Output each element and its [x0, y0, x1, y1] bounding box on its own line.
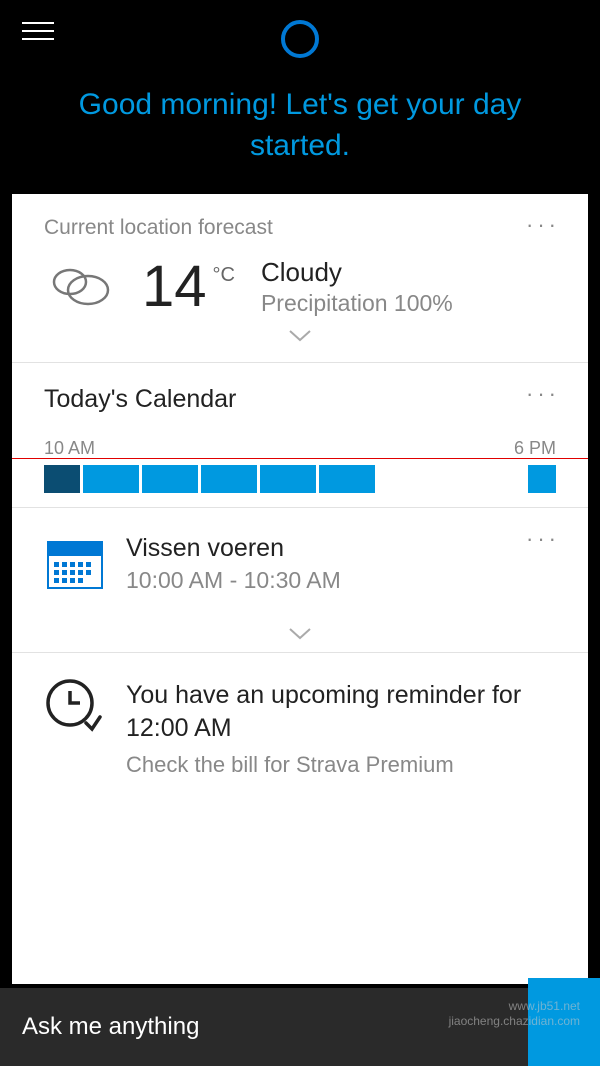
cloudy-icon [44, 254, 116, 319]
reminder-subtitle: Check the bill for Strava Premium [126, 752, 556, 778]
calendar-card[interactable]: ··· Today's Calendar 10 AM 6 PM [12, 363, 588, 508]
event-card[interactable]: ··· Vissen voeren 10:00 AM - 10:30 AM [12, 508, 588, 653]
calendar-end-time: 6 PM [514, 438, 556, 459]
reminder-card[interactable]: You have an upcoming reminder for 12:00 … [12, 653, 588, 802]
calendar-icon [44, 532, 106, 599]
reminder-title: You have an upcoming reminder for 12:00 … [126, 679, 556, 744]
weather-header: Current location forecast [44, 216, 556, 240]
chevron-down-icon[interactable] [44, 329, 556, 348]
calendar-card-menu[interactable]: ··· [526, 381, 560, 407]
calendar-bar [44, 465, 556, 493]
event-time: 10:00 AM - 10:30 AM [126, 567, 556, 594]
temperature-unit: °C [213, 264, 235, 287]
event-card-menu[interactable]: ··· [526, 526, 560, 552]
cortana-logo-icon[interactable] [281, 20, 319, 58]
chevron-down-icon[interactable] [44, 627, 556, 646]
reminder-clock-icon [44, 677, 102, 740]
greeting-text: Good morning! Let's get your day started… [0, 65, 600, 194]
calendar-start-time: 10 AM [44, 438, 95, 459]
calendar-title: Today's Calendar [44, 385, 556, 414]
search-placeholder[interactable]: Ask me anything [22, 1013, 199, 1041]
precipitation-text: Precipitation 100% [261, 290, 556, 317]
menu-button[interactable] [22, 22, 54, 40]
event-title: Vissen voeren [126, 534, 556, 563]
watermark: www.jb51.net jiaocheng.chazidian.com [449, 999, 580, 1030]
weather-card-menu[interactable]: ··· [526, 212, 560, 238]
temperature-value: 14 [142, 258, 207, 316]
weather-card[interactable]: ··· Current location forecast 14 °C Clou… [12, 194, 588, 363]
cards-container: ··· Current location forecast 14 °C Clou… [12, 194, 588, 984]
weather-condition: Cloudy [261, 257, 556, 288]
